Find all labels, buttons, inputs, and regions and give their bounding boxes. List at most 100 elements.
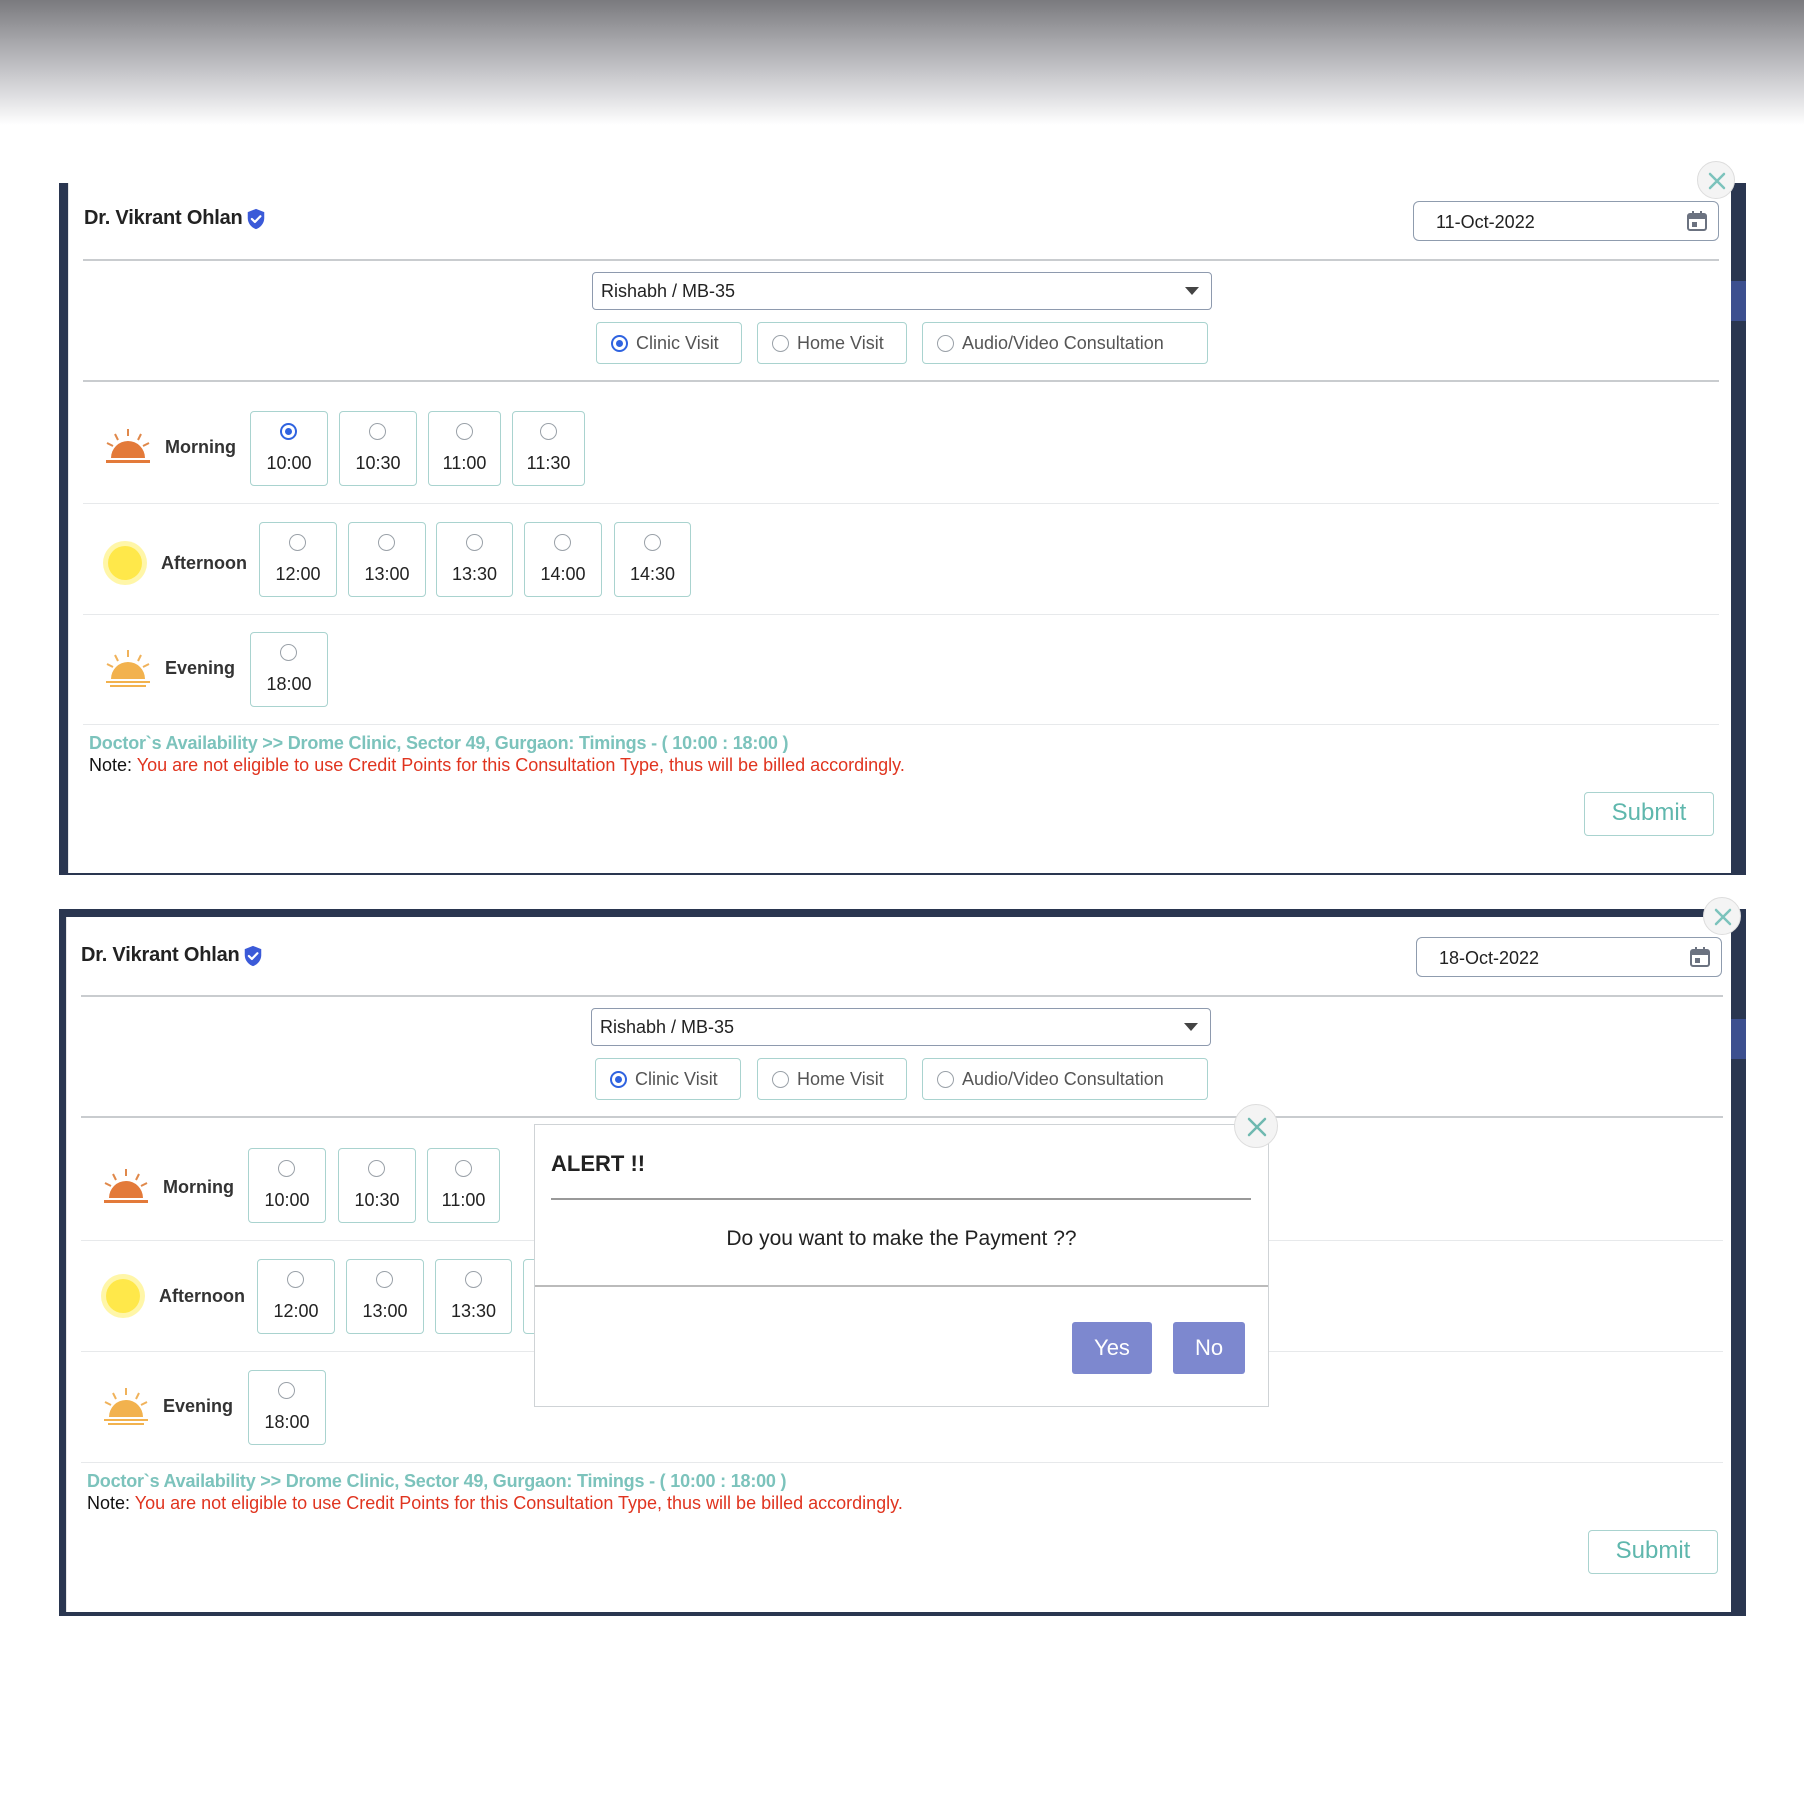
row-divider [81, 1462, 1723, 1463]
visit-type-home[interactable]: Home Visit [757, 1058, 907, 1100]
time-slot[interactable]: 13:30 [436, 522, 513, 597]
radio-selected[interactable] [280, 423, 297, 440]
time-slot[interactable]: 10:30 [339, 411, 417, 486]
patient-select[interactable]: Rishabh / MB-35 [591, 1008, 1211, 1046]
billing-note: Note: You are not eligible to use Credit… [89, 755, 905, 776]
radio-selected[interactable] [611, 334, 628, 352]
close-icon [1708, 172, 1726, 190]
radio[interactable] [465, 534, 483, 551]
calendar-icon[interactable] [1686, 210, 1708, 232]
evening-label: Evening [163, 1395, 234, 1416]
note-text: You are not eligible to use Credit Point… [136, 755, 905, 775]
slot-time: 10:30 [354, 1190, 400, 1210]
time-slot[interactable]: 18:00 [248, 1370, 326, 1445]
divider [83, 259, 1719, 261]
visit-type-clinic[interactable]: Clinic Visit [596, 322, 742, 364]
radio[interactable] [455, 423, 473, 440]
doctor-name: Dr. Vikrant Ohlan [84, 207, 267, 230]
radio[interactable] [454, 1160, 472, 1177]
row-divider [83, 503, 1719, 504]
radio[interactable] [772, 334, 789, 352]
sun-icon [101, 1274, 145, 1318]
visit-type-label: Audio/Video Consultation [962, 1068, 1164, 1089]
afternoon-row-label: Afternoon [101, 539, 247, 587]
radio[interactable] [289, 534, 306, 551]
verified-badge-icon [244, 945, 261, 966]
close-button[interactable] [1703, 897, 1741, 935]
radio[interactable] [369, 423, 386, 440]
no-button[interactable]: No [1173, 1322, 1245, 1374]
slot-time: 10:00 [266, 453, 312, 473]
radio[interactable] [554, 534, 571, 551]
date-value: 18-Oct-2022 [1439, 948, 1540, 968]
radio[interactable] [772, 1070, 789, 1088]
chevron-down-icon [1184, 1023, 1198, 1031]
time-slot[interactable]: 11:00 [428, 411, 501, 486]
verified-badge-icon [247, 208, 264, 229]
time-slot[interactable]: 11:00 [427, 1148, 500, 1223]
sunrise-icon [106, 429, 150, 463]
time-slot[interactable]: 13:00 [348, 522, 426, 597]
alert-divider [535, 1285, 1268, 1287]
billing-note: Note: You are not eligible to use Credit… [87, 1493, 903, 1514]
submit-button[interactable]: Submit [1584, 792, 1714, 836]
slot-time: 10:00 [264, 1190, 310, 1210]
date-picker[interactable]: 18-Oct-2022 [1416, 937, 1722, 977]
alert-divider [551, 1198, 1251, 1200]
close-icon [1714, 908, 1732, 926]
note-label: Note: [89, 755, 133, 775]
chevron-down-icon [1185, 287, 1199, 295]
slot-time: 14:00 [540, 564, 586, 584]
time-slot[interactable]: 13:00 [346, 1259, 424, 1334]
time-slot[interactable]: 10:00 [250, 411, 328, 486]
alert-message: Do you want to make the Payment ?? [726, 1227, 1077, 1250]
radio[interactable] [464, 1271, 482, 1288]
date-picker[interactable]: 11-Oct-2022 [1413, 201, 1719, 241]
calendar-icon[interactable] [1689, 946, 1711, 968]
slot-time: 11:00 [441, 1190, 486, 1210]
alert-title: ALERT !! [551, 1151, 646, 1176]
close-button[interactable] [1697, 161, 1735, 199]
visit-type-label: Home Visit [797, 332, 884, 353]
submit-button[interactable]: Submit [1588, 1530, 1718, 1574]
radio[interactable] [937, 1070, 954, 1088]
visit-type-audio-video[interactable]: Audio/Video Consultation [922, 1058, 1208, 1100]
time-slot[interactable]: 10:30 [338, 1148, 416, 1223]
visit-type-home[interactable]: Home Visit [757, 322, 907, 364]
morning-label: Morning [163, 1176, 234, 1197]
visit-type-clinic[interactable]: Clinic Visit [595, 1058, 741, 1100]
sunrise-icon [104, 1169, 148, 1203]
doctor-name-label: Dr. Vikrant Ohlan [81, 944, 240, 966]
radio[interactable] [539, 423, 557, 440]
radio[interactable] [937, 334, 954, 352]
radio[interactable] [280, 644, 297, 661]
doctor-name: Dr. Vikrant Ohlan [81, 944, 264, 967]
alert-close-button[interactable] [1234, 1104, 1278, 1148]
payment-alert-dialog: ALERT !! Do you want to make the Payment… [534, 1124, 1269, 1407]
time-slot[interactable]: 13:30 [435, 1259, 512, 1334]
visit-type-audio-video[interactable]: Audio/Video Consultation [922, 322, 1208, 364]
time-slot[interactable]: 12:00 [259, 522, 337, 597]
yes-button[interactable]: Yes [1072, 1322, 1152, 1374]
time-slot[interactable]: 18:00 [250, 632, 328, 707]
time-slot[interactable]: 12:00 [257, 1259, 335, 1334]
slot-time: 14:30 [629, 564, 676, 584]
time-slot[interactable]: 14:00 [524, 522, 602, 597]
radio[interactable] [287, 1271, 304, 1288]
slot-time: 13:30 [451, 564, 498, 584]
radio[interactable] [368, 1160, 385, 1177]
patient-value: Rishabh / MB-35 [600, 1017, 735, 1037]
time-slot[interactable]: 14:30 [614, 522, 691, 597]
time-slot[interactable]: 11:30 [512, 411, 585, 486]
patient-value: Rishabh / MB-35 [601, 281, 736, 301]
doctor-availability: Doctor`s Availability >> Drome Clinic, S… [87, 1471, 787, 1491]
row-divider [83, 724, 1719, 725]
time-slot[interactable]: 10:00 [248, 1148, 326, 1223]
radio[interactable] [376, 1271, 393, 1288]
radio[interactable] [643, 534, 661, 551]
radio[interactable] [278, 1382, 295, 1399]
radio[interactable] [378, 534, 395, 551]
radio[interactable] [278, 1160, 295, 1177]
radio-selected[interactable] [610, 1070, 627, 1088]
patient-select[interactable]: Rishabh / MB-35 [592, 272, 1212, 310]
